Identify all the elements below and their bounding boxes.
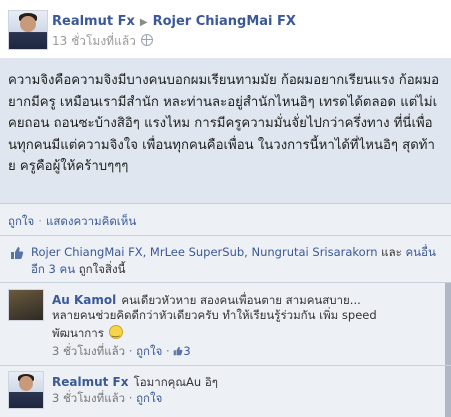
comment-like-link[interactable]: ถูกใจ bbox=[136, 344, 162, 358]
commenter-avatar[interactable] bbox=[8, 289, 44, 321]
comment-like-link[interactable]: ถูกใจ bbox=[136, 391, 162, 405]
post-text: ความจิงคือความจิงมีบางคนบอกผมเรียนทามมัย… bbox=[8, 73, 440, 174]
commenter-avatar[interactable] bbox=[8, 371, 44, 409]
target-name-link[interactable]: Rojer ChiangMai FX bbox=[153, 14, 296, 29]
likes-and: และ bbox=[377, 245, 402, 259]
comment-timestamp[interactable]: 3 ชั่วโมงที่แล้ว bbox=[52, 344, 125, 358]
commenter-name-link[interactable]: Realmut Fx bbox=[52, 375, 129, 389]
comment-meta: 3 ชั่วโมงที่แล้ว · ถูกใจ bbox=[52, 391, 163, 405]
comment-like-count-link[interactable]: 3 bbox=[173, 344, 191, 358]
post-timestamp[interactable]: 13 ชั่วโมงที่แล้ว bbox=[52, 34, 136, 48]
thumbs-up-icon bbox=[11, 247, 24, 259]
smile-emoticon-icon bbox=[108, 325, 123, 342]
likers-links[interactable]: Rojer ChiangMai FX, MrLee SuperSub, Nung… bbox=[31, 245, 378, 259]
comment-text-line-2: หลายคนช่วยคิดดีกว่าหัวเดียวครับ ทำให้เรี… bbox=[52, 308, 377, 322]
author-target-line: Realmut Fx ▶ Rojer ChiangMai FX bbox=[52, 14, 296, 29]
post-meta: 13 ชั่วโมงที่แล้ว bbox=[52, 32, 153, 51]
comment-text-line-3: พัฒนาการ bbox=[52, 326, 104, 340]
like-link[interactable]: ถูกใจ bbox=[8, 214, 34, 228]
comment-like-count: 3 bbox=[183, 344, 191, 358]
likes-summary: Rojer ChiangMai FX, MrLee SuperSub, Nung… bbox=[0, 236, 451, 282]
scrollbar-thumb[interactable] bbox=[445, 283, 451, 365]
globe-icon bbox=[140, 34, 153, 46]
arrow-right-icon: ▶ bbox=[139, 17, 148, 28]
comment-timestamp[interactable]: 3 ชั่วโมงที่แล้ว bbox=[52, 391, 125, 405]
comment-meta: 3 ชั่วโมงที่แล้ว · ถูกใจ · 3 bbox=[52, 344, 191, 358]
thumbs-up-icon bbox=[174, 346, 183, 356]
author-name-link[interactable]: Realmut Fx bbox=[52, 14, 135, 29]
action-separator: · bbox=[38, 214, 42, 228]
comment-item: Realmut Fx โอมากคุณAu อิๆ 3 ชั่วโมงที่แล… bbox=[0, 366, 451, 417]
post-header: Realmut Fx ▶ Rojer ChiangMai FX 13 ชั่วโมง… bbox=[0, 0, 451, 58]
post-actions: ถูกใจ · แสดงความคิดเห็น bbox=[0, 204, 451, 235]
comment-text-line-3-wrap: พัฒนาการ bbox=[52, 323, 123, 342]
post-body: ความจิงคือความจิงมีบางคนบอกผมเรียนทามมัย… bbox=[0, 58, 451, 203]
commenter-name-link[interactable]: Au Kamol bbox=[52, 293, 116, 307]
comment-link[interactable]: แสดงความคิดเห็น bbox=[46, 214, 136, 228]
comment-item: Au Kamol คนเดียวหัวหาย สองคนเพื่อนตาย สา… bbox=[0, 283, 451, 365]
author-avatar[interactable] bbox=[8, 10, 48, 50]
comment-text-line-1: โอมากคุณAu อิๆ bbox=[133, 375, 218, 389]
likes-suffix: ถูกใจสิ่งนี้ bbox=[75, 262, 126, 276]
scrollbar-thumb[interactable] bbox=[445, 366, 451, 417]
likes-text: Rojer ChiangMai FX, MrLee SuperSub, Nung… bbox=[31, 244, 446, 278]
comment-text-line-1: คนเดียวหัวหาย สองคนเพื่อนตาย สามคนสบาย..… bbox=[121, 293, 361, 307]
